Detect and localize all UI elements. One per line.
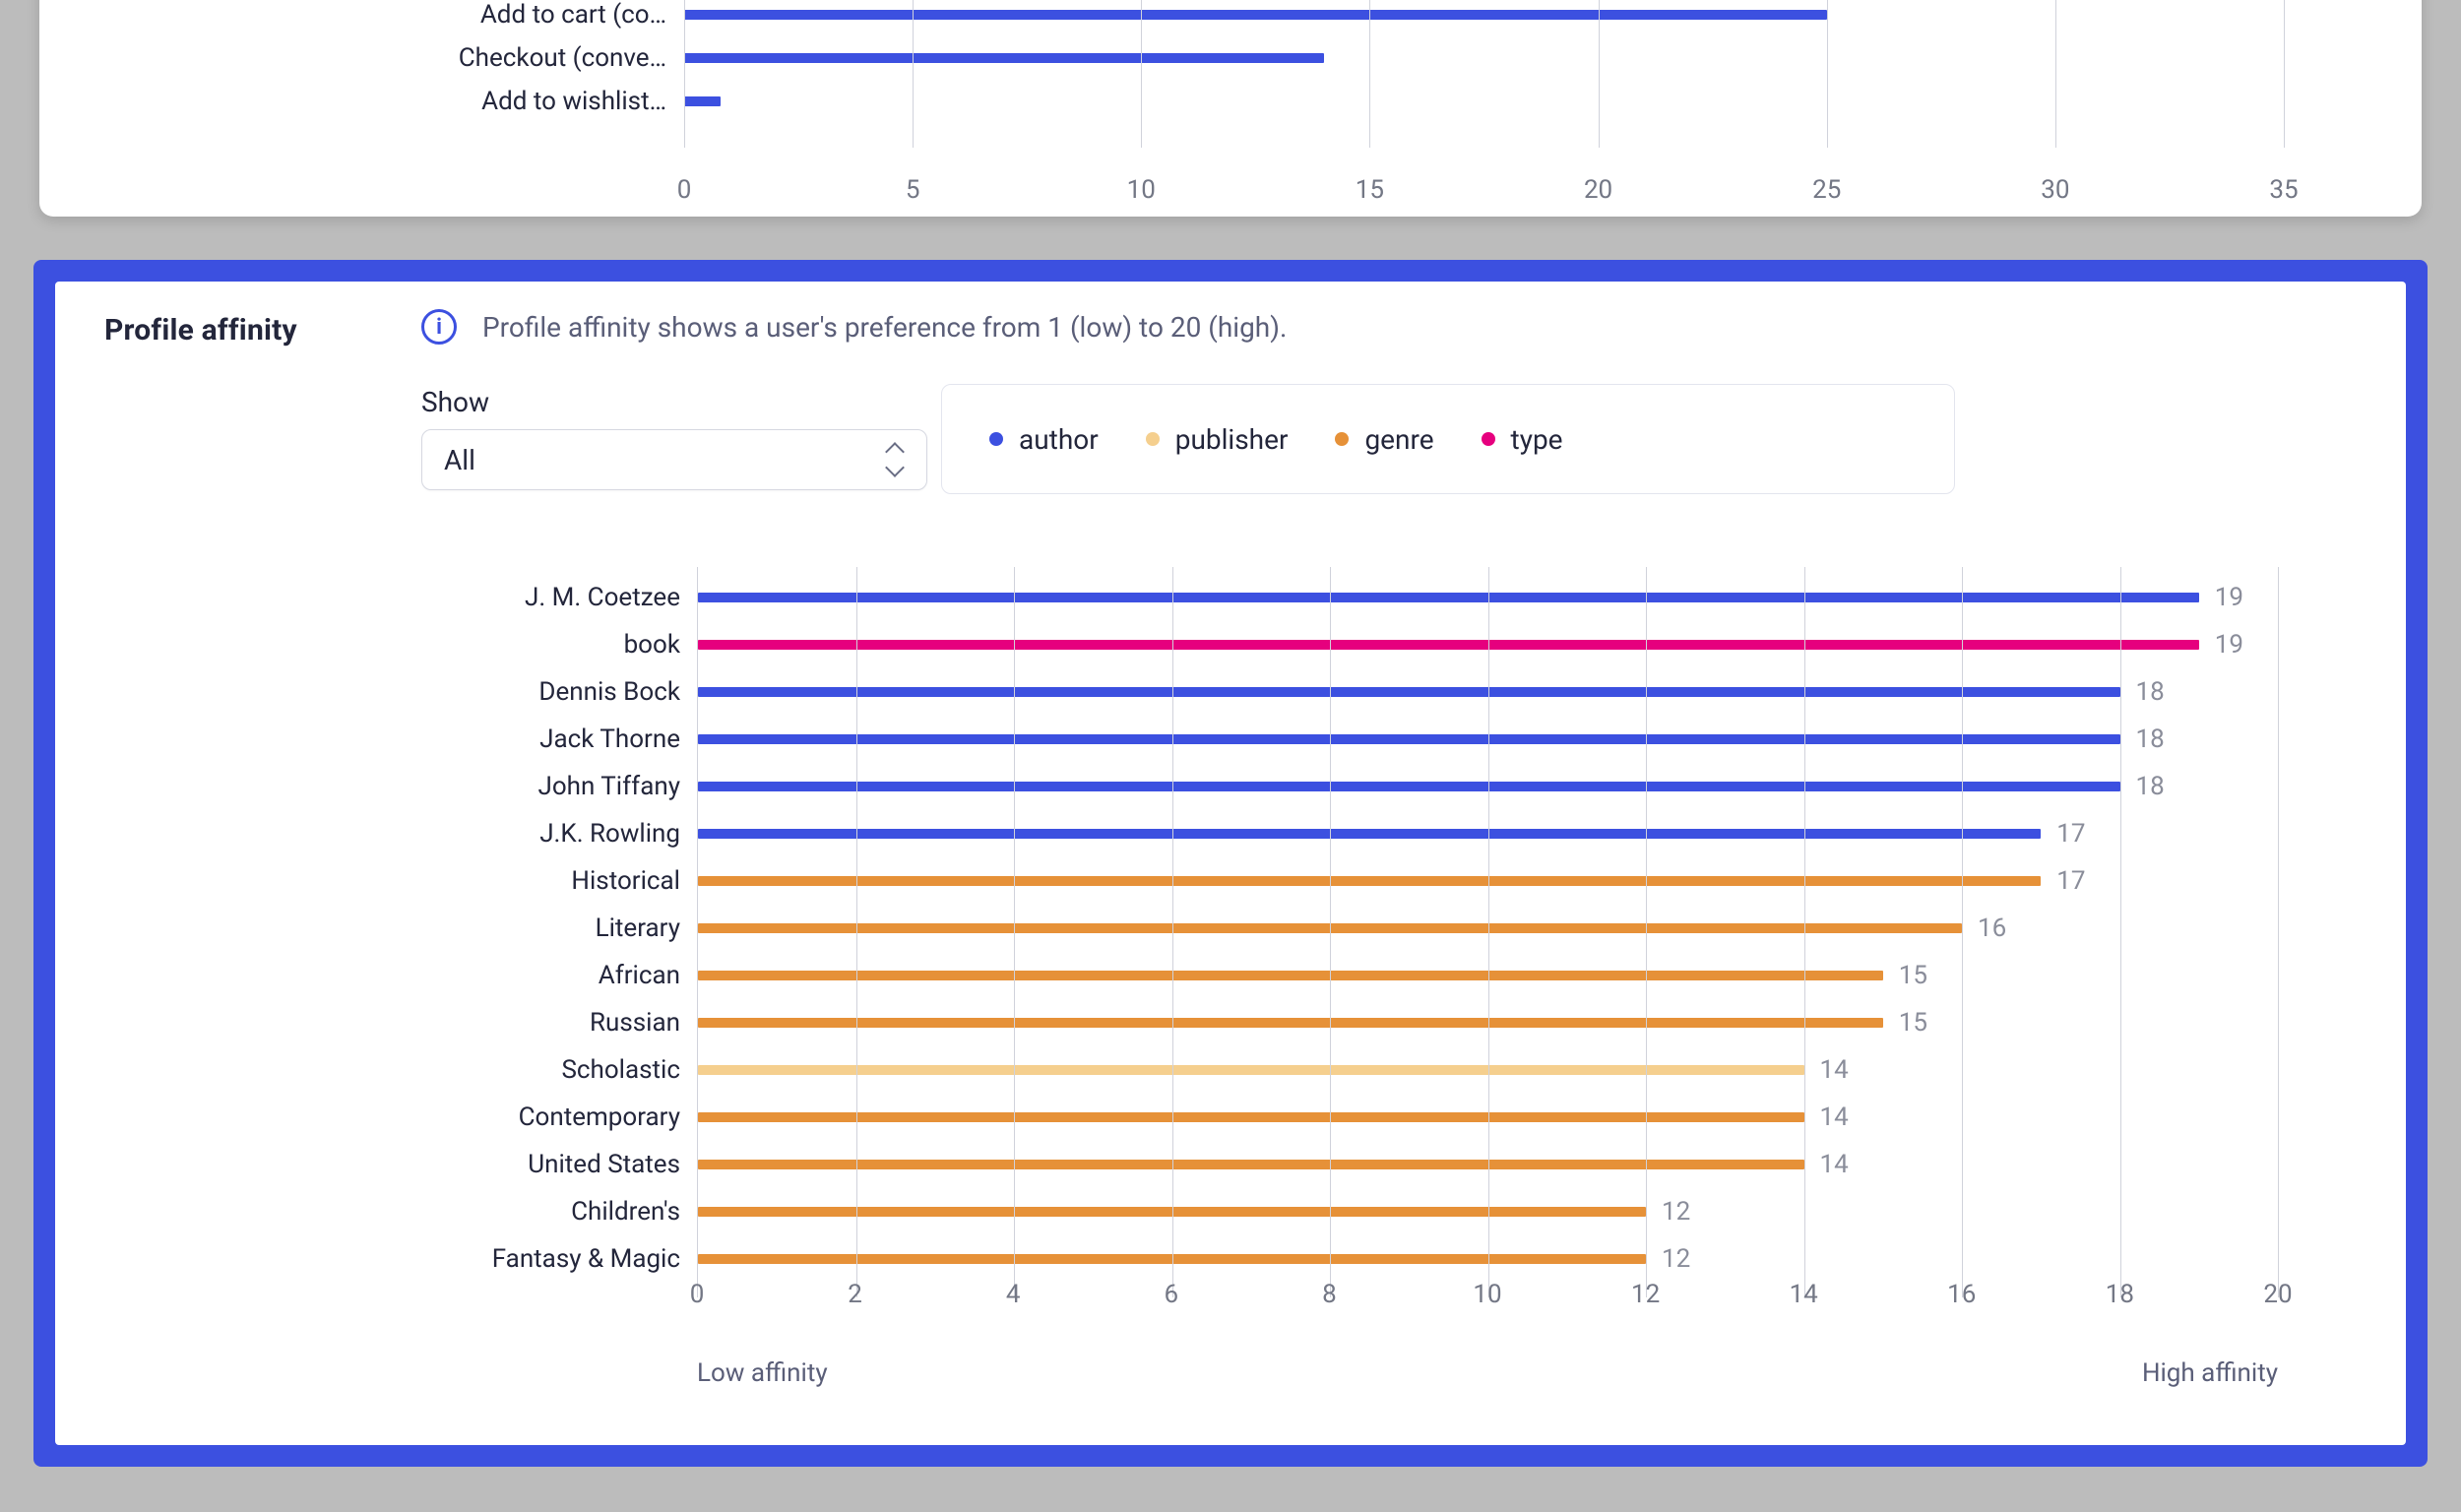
affinity-value-label: 19 <box>2215 583 2243 612</box>
affinity-x-tick: 16 <box>1947 1280 1976 1309</box>
affinity-x-tick: 6 <box>1164 1280 1178 1309</box>
affinity-x-tick: 4 <box>1006 1280 1021 1309</box>
affinity-y-label: J. M. Coetzee <box>525 583 680 612</box>
affinity-value-label: 18 <box>2136 724 2165 754</box>
affinity-value-label: 16 <box>1978 914 2006 943</box>
affinity-y-label: J.K. Rowling <box>539 819 680 849</box>
affinity-chart: J. M. Coetzee 19 book 19 Dennis Bock 18 Jack T… <box>421 567 2347 1398</box>
affinity-value-label: 14 <box>1820 1055 1849 1085</box>
affinity-x-tick: 10 <box>1473 1280 1501 1309</box>
legend-label-author: author <box>1019 423 1099 456</box>
affinity-value-label: 14 <box>1820 1102 1849 1132</box>
conversion-bar[interactable] <box>684 96 721 106</box>
affinity-y-label: Literary <box>596 914 680 943</box>
affinity-value-label: 18 <box>2136 677 2165 707</box>
legend-label-type: type <box>1511 423 1563 456</box>
conversion-x-tick: 25 <box>1812 175 1841 205</box>
legend-label-publisher: publisher <box>1175 423 1289 456</box>
legend-item-publisher[interactable]: publisher <box>1146 423 1289 456</box>
affinity-bar[interactable] <box>698 829 2041 839</box>
conversion-y-label: Add to wishlist… <box>481 82 666 121</box>
legend-item-genre[interactable]: genre <box>1335 423 1433 456</box>
affinity-y-label: Dennis Bock <box>538 677 680 707</box>
conversion-x-tick: 5 <box>906 175 920 205</box>
affinity-y-label: Historical <box>571 866 680 896</box>
legend: author publisher genre type <box>941 384 1955 494</box>
affinity-y-label: book <box>624 630 680 660</box>
legend-label-genre: genre <box>1364 423 1433 456</box>
affinity-bar[interactable] <box>698 1160 1804 1169</box>
section-title: Profile affinity <box>104 313 297 347</box>
affinity-value-label: 18 <box>2136 772 2165 801</box>
info-icon: i <box>421 309 457 345</box>
affinity-bar[interactable] <box>698 782 2120 791</box>
affinity-y-label: Contemporary <box>519 1102 680 1132</box>
affinity-y-label: Russian <box>590 1008 680 1038</box>
conversion-x-tick: 35 <box>2269 175 2298 205</box>
affinity-value-label: 17 <box>2056 866 2085 896</box>
conversion-y-label: Checkout (conve… <box>459 38 666 78</box>
axis-caption-high: High affinity <box>2142 1358 2278 1388</box>
affinity-y-label: John Tiffany <box>537 772 680 801</box>
conversion-chart-card: Add to cart (co… Checkout (conve… Add to w… <box>39 0 2422 217</box>
affinity-y-label: Children's <box>571 1197 680 1227</box>
affinity-bar[interactable] <box>698 593 2199 602</box>
affinity-value-label: 12 <box>1662 1244 1690 1274</box>
legend-dot-genre <box>1335 432 1349 446</box>
affinity-x-tick: 18 <box>2106 1280 2134 1309</box>
affinity-value-label: 15 <box>1899 1008 1927 1038</box>
affinity-plot-area: J. M. Coetzee19book19Dennis Bock18Jack T… <box>697 567 2278 1297</box>
conversion-x-tick: 0 <box>677 175 692 205</box>
conversion-x-tick: 10 <box>1127 175 1156 205</box>
affinity-bar[interactable] <box>698 876 2041 886</box>
conversion-bar[interactable] <box>684 53 1324 63</box>
affinity-bar[interactable] <box>698 687 2120 697</box>
affinity-bar[interactable] <box>698 971 1883 980</box>
affinity-value-label: 19 <box>2215 630 2243 660</box>
axis-caption-low: Low affinity <box>697 1358 828 1388</box>
legend-dot-type <box>1482 432 1495 446</box>
show-label: Show <box>421 386 489 418</box>
affinity-y-label: Fantasy & Magic <box>492 1244 680 1274</box>
affinity-value-label: 15 <box>1899 961 1927 990</box>
legend-item-type[interactable]: type <box>1482 423 1563 456</box>
affinity-bar[interactable] <box>698 734 2120 744</box>
affinity-bar[interactable] <box>698 1018 1883 1028</box>
legend-dot-author <box>989 432 1003 446</box>
show-select-value: All <box>444 444 475 476</box>
conversion-bar[interactable] <box>684 10 1827 20</box>
affinity-x-axis: 02468101214161820 <box>697 1280 2278 1339</box>
info-text: Profile affinity shows a user's preferen… <box>482 311 1287 344</box>
affinity-value-label: 14 <box>1820 1150 1849 1179</box>
affinity-x-tick: 8 <box>1322 1280 1337 1309</box>
affinity-y-label: United States <box>528 1150 680 1179</box>
profile-affinity-panel: Profile affinity i Profile affinity show… <box>55 282 2406 1445</box>
affinity-x-tick: 20 <box>2263 1280 2292 1309</box>
affinity-value-label: 17 <box>2056 819 2085 849</box>
affinity-x-tick: 0 <box>690 1280 705 1309</box>
conversion-x-tick: 30 <box>2041 175 2069 205</box>
affinity-bar[interactable] <box>698 1065 1804 1075</box>
highlight-frame: Profile affinity i Profile affinity show… <box>33 260 2428 1467</box>
affinity-x-tick: 2 <box>848 1280 862 1309</box>
affinity-bar[interactable] <box>698 640 2199 650</box>
info-row: i Profile affinity shows a user's prefer… <box>421 309 1287 345</box>
conversion-plot: Add to cart (co…Checkout (conve…Add to w… <box>684 0 2284 148</box>
conversion-x-axis: 05101520253035 <box>684 148 2284 217</box>
conversion-y-label: Add to cart (co… <box>480 0 666 34</box>
conversion-x-tick: 20 <box>1584 175 1612 205</box>
legend-item-author[interactable]: author <box>989 423 1099 456</box>
affinity-value-label: 12 <box>1662 1197 1690 1227</box>
conversion-x-tick: 15 <box>1356 175 1384 205</box>
affinity-y-label: Jack Thorne <box>539 724 680 754</box>
legend-dot-publisher <box>1146 432 1160 446</box>
affinity-y-label: Scholastic <box>561 1055 680 1085</box>
affinity-x-tick: 12 <box>1631 1280 1660 1309</box>
affinity-y-label: African <box>599 961 680 990</box>
select-chevron-icon <box>885 445 905 474</box>
show-select[interactable]: All <box>421 429 927 490</box>
affinity-x-tick: 14 <box>1790 1280 1818 1309</box>
affinity-bar[interactable] <box>698 1112 1804 1122</box>
